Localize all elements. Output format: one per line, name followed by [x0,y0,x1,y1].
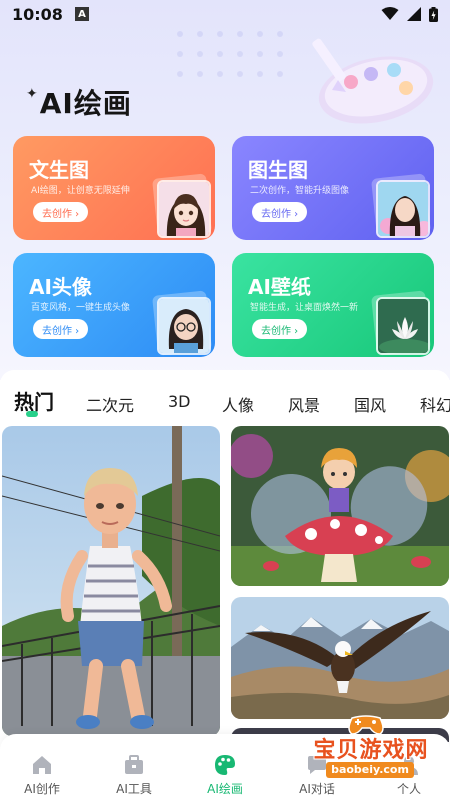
page-title: ✦ AI绘画 [26,82,132,122]
card-title: 图生图 [248,158,308,182]
toolbox-icon [125,755,143,774]
wifi-icon [381,7,399,20]
card-title: AI头像 [29,275,92,299]
lotus-thumbnail [376,297,430,355]
palette-icon [215,755,235,775]
tab-3d[interactable]: 3D [168,392,191,411]
card-title: AI壁纸 [248,275,311,299]
nav-label: AI创作 [24,782,60,796]
gallery-image-fairy[interactable] [231,426,449,586]
watermark-domain: baobeiy.com [326,762,414,778]
watermark-text: 宝贝游戏网 [313,738,429,763]
tab-portrait[interactable]: 人像 [222,392,254,416]
card-subtitle: 智能生成，让桌面焕然一新 [250,303,359,313]
site-watermark: 宝贝游戏网 baobeiy.com [296,712,446,798]
card-text-to-image[interactable]: 文生图 AI绘图，让创意无限延伸 去创作 › [13,136,215,240]
card-ai-avatar[interactable]: AI头像 百变风格，一键生成头像 去创作 › [13,253,215,357]
app-notification-icon: A [74,7,89,21]
active-tab-indicator [26,411,38,417]
card-subtitle: AI绘图，让创意无限延伸 [31,186,130,196]
card-subtitle: 二次创作，智能升级图像 [250,186,350,196]
create-button[interactable]: 去创作 › [252,319,308,339]
card-ai-wallpaper[interactable]: AI壁纸 智能生成，让桌面焕然一新 去创作 › [232,253,434,357]
palette-illustration [312,38,434,124]
card-image-to-image[interactable]: 图生图 二次创作，智能升级图像 去创作 › [232,136,434,240]
gallery-image-eagle[interactable] [231,597,449,719]
avatar-thumbnail [157,297,211,355]
tab-chinese-style[interactable]: 国风 [354,392,386,416]
category-tab-bar: 热门 二次元 3D 人像 风景 国风 科幻 [0,370,450,420]
create-button[interactable]: 去创作 › [252,202,308,222]
gallery-image-runner[interactable] [2,426,220,736]
portrait-thumbnail [376,180,430,238]
card-title: 文生图 [29,158,89,182]
nav-item-ai-painting[interactable]: AI绘画 [180,754,270,797]
home-icon [33,756,51,774]
page-title-text: AI绘画 [39,87,132,120]
sparkle-icon: ✦ [26,86,38,102]
status-time: 10:08 [12,4,63,24]
tab-sci-fi[interactable]: 科幻 [420,392,450,416]
tab-anime[interactable]: 二次元 [86,392,134,416]
create-button[interactable]: 去创作 › [33,319,89,339]
anime-girl-thumbnail [157,180,211,238]
card-subtitle: 百变风格，一键生成头像 [31,303,131,313]
nav-item-ai-tools[interactable]: AI工具 [89,754,179,797]
nav-label: AI绘画 [207,782,243,796]
signal-icon [407,7,421,21]
create-button[interactable]: 去创作 › [33,202,89,222]
nav-label: AI工具 [116,782,152,796]
nav-item-ai-create[interactable]: AI创作 [0,754,87,797]
tab-scenery[interactable]: 风景 [288,392,320,416]
battery-icon [429,6,438,22]
decorative-dots [177,31,283,77]
